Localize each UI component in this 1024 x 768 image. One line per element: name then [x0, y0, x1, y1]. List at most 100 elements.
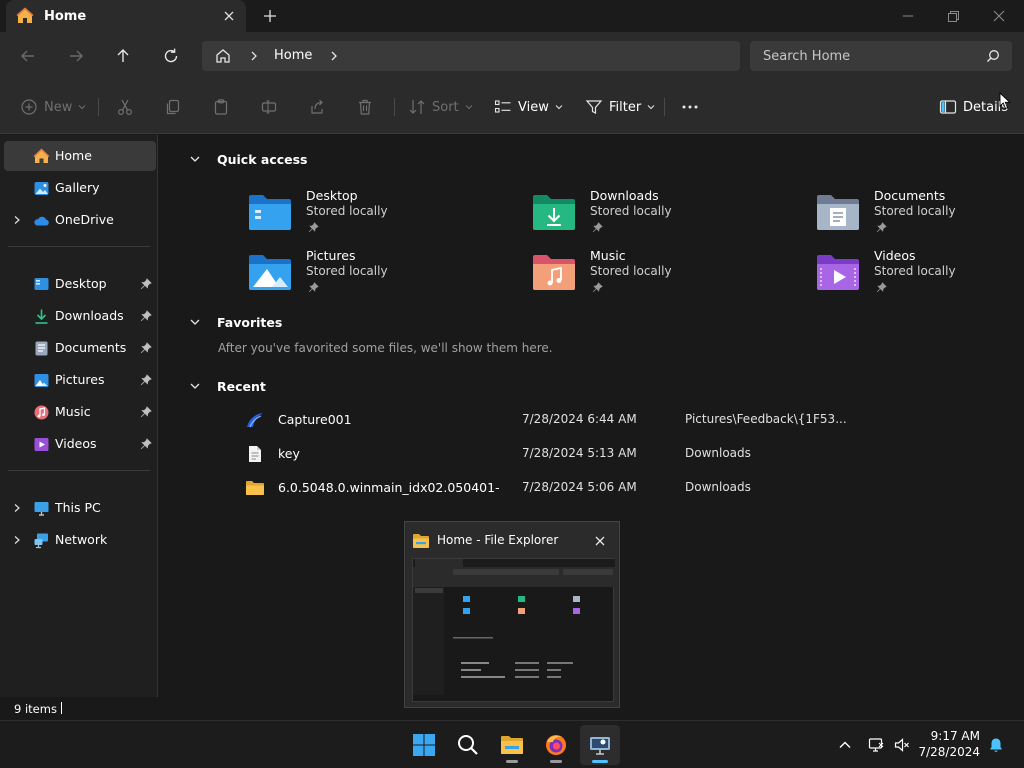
chevron-down-icon[interactable]: [189, 153, 201, 165]
taskbar-search-button[interactable]: [448, 725, 488, 765]
recent-file-row[interactable]: Capture001 7/28/2024 6:44 AM Pictures\Fe…: [245, 409, 865, 431]
taskbar-thumbnail-preview[interactable]: Home - File Explorer: [404, 521, 620, 708]
search-input[interactable]: [750, 41, 980, 71]
pin-icon[interactable]: [140, 310, 152, 322]
paste-button[interactable]: [212, 97, 230, 117]
navigation-bar: Home: [0, 32, 1024, 80]
network-status-icon[interactable]: [868, 737, 884, 753]
windows-logo-icon: [413, 734, 435, 756]
file-name: key: [278, 446, 300, 461]
recent-file-row[interactable]: 6.0.5048.0.winmain_idx02.050401-0536_...…: [245, 477, 865, 499]
section-header-recent[interactable]: Recent: [189, 376, 266, 396]
running-indicator: [506, 760, 518, 763]
quick-access-pictures[interactable]: Pictures Stored locally: [248, 248, 498, 304]
more-dots-icon: [681, 98, 699, 116]
taskbar-file-explorer[interactable]: [492, 725, 532, 765]
close-window-icon[interactable]: [991, 8, 1007, 24]
close-tab-icon[interactable]: [222, 9, 236, 23]
chevron-down-icon: [78, 103, 86, 111]
refresh-icon[interactable]: [161, 46, 181, 66]
sidebar-item-label: Gallery: [55, 180, 100, 195]
rename-button[interactable]: [260, 97, 278, 117]
title-bar: Home: [0, 0, 1024, 32]
chevron-up-icon[interactable]: [837, 737, 853, 753]
pin-icon[interactable]: [140, 406, 152, 418]
breadcrumb-home[interactable]: Home: [274, 48, 312, 63]
restore-icon[interactable]: [945, 8, 961, 24]
folder-name: Documents: [874, 188, 946, 203]
sidebar-item-documents[interactable]: Documents: [4, 333, 156, 363]
pin-icon[interactable]: [140, 374, 152, 386]
chevron-right-icon[interactable]: [328, 50, 340, 62]
sidebar-item-gallery[interactable]: Gallery: [4, 173, 156, 203]
clock-time[interactable]: 9:17 AM: [931, 729, 980, 743]
volume-muted-icon[interactable]: [894, 737, 910, 753]
running-indicator: [592, 760, 608, 763]
sidebar-item-music[interactable]: Music: [4, 397, 156, 427]
new-button[interactable]: New: [20, 97, 86, 117]
sidebar-item-pictures[interactable]: Pictures: [4, 365, 156, 395]
folder-name: Music: [590, 248, 626, 263]
recent-file-row[interactable]: key 7/28/2024 5:13 AM Downloads: [245, 443, 865, 465]
notification-bell-icon[interactable]: [988, 737, 1004, 753]
home-outline-icon[interactable]: [214, 47, 232, 65]
forward-arrow-icon[interactable]: [66, 46, 86, 66]
new-label: New: [44, 99, 73, 115]
clipboard-icon: [212, 98, 230, 116]
sidebar-item-desktop[interactable]: Desktop: [4, 269, 156, 299]
quick-access-desktop[interactable]: Desktop Stored locally: [248, 188, 498, 244]
sidebar-item-onedrive[interactable]: OneDrive: [4, 205, 156, 235]
sidebar-item-home[interactable]: Home: [4, 141, 156, 171]
new-tab-icon[interactable]: [262, 8, 278, 24]
sidebar-item-videos[interactable]: Videos: [4, 429, 156, 459]
search-icon[interactable]: [986, 49, 1000, 63]
share-button[interactable]: [308, 97, 326, 117]
filter-button[interactable]: Filter: [585, 97, 655, 117]
tab-home[interactable]: Home: [6, 0, 246, 32]
sort-button[interactable]: Sort: [408, 97, 473, 117]
details-button[interactable]: Details: [939, 97, 1008, 117]
back-arrow-icon[interactable]: [18, 46, 38, 66]
folder-name: Videos: [874, 248, 916, 263]
search-box[interactable]: [750, 41, 1012, 71]
section-header-favorites[interactable]: Favorites: [189, 312, 282, 332]
view-button[interactable]: View: [494, 97, 563, 117]
taskbar-firefox[interactable]: [536, 725, 576, 765]
pin-icon[interactable]: [140, 342, 152, 354]
cut-button[interactable]: [116, 97, 134, 117]
taskbar-feedback-hub[interactable]: [580, 725, 620, 765]
quick-access-music[interactable]: Music Stored locally: [532, 248, 782, 304]
see-more-button[interactable]: [681, 97, 699, 117]
window-preview[interactable]: [412, 558, 615, 702]
quick-access-videos[interactable]: Videos Stored locally: [816, 248, 1024, 304]
quick-access-downloads[interactable]: Downloads Stored locally: [532, 188, 782, 244]
chevron-right-icon[interactable]: [248, 50, 260, 62]
toolbar-divider: [664, 98, 665, 116]
clock-date[interactable]: 7/28/2024: [918, 745, 980, 759]
sidebar-item-downloads[interactable]: Downloads: [4, 301, 156, 331]
address-bar[interactable]: Home: [202, 41, 740, 71]
pin-icon[interactable]: [140, 278, 152, 290]
chevron-down-icon[interactable]: [189, 316, 201, 328]
cloud-icon: [33, 212, 50, 229]
chevron-right-icon[interactable]: [12, 215, 22, 225]
up-arrow-icon[interactable]: [113, 46, 133, 66]
sort-icon: [408, 98, 426, 116]
chevron-down-icon[interactable]: [189, 380, 201, 392]
chevron-right-icon[interactable]: [12, 535, 22, 545]
start-button[interactable]: [404, 725, 444, 765]
chevron-down-icon: [465, 103, 473, 111]
pin-icon: [308, 282, 319, 293]
section-header-quick-access[interactable]: Quick access: [189, 149, 308, 169]
close-icon[interactable]: [594, 535, 606, 547]
sidebar-item-this-pc[interactable]: This PC: [4, 493, 156, 523]
copy-button[interactable]: [164, 97, 182, 117]
chevron-right-icon[interactable]: [12, 503, 22, 513]
quick-access-documents[interactable]: Documents Stored locally: [816, 188, 1024, 244]
gallery-icon: [33, 180, 50, 197]
minimize-icon[interactable]: [900, 8, 916, 24]
network-icon: [33, 532, 50, 549]
pin-icon[interactable]: [140, 438, 152, 450]
sidebar-item-network[interactable]: Network: [4, 525, 156, 555]
delete-button[interactable]: [356, 97, 374, 117]
